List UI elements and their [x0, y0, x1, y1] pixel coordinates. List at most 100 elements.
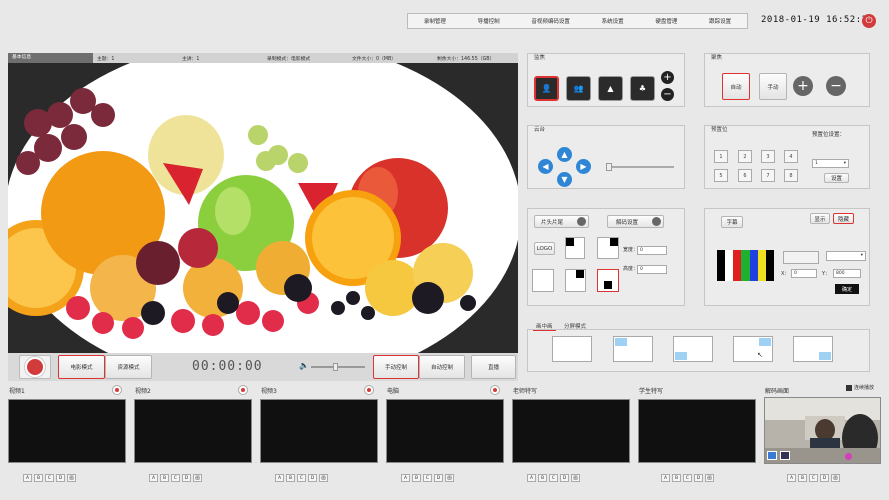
volume-slider-handle[interactable] [333, 363, 338, 371]
mini-c[interactable]: C [297, 474, 306, 482]
checkbox-icon[interactable] [846, 384, 852, 391]
width-input[interactable]: 0 [637, 246, 667, 255]
ptz-speed-slider[interactable] [606, 163, 674, 171]
record-icon[interactable] [364, 385, 374, 395]
mini-pic[interactable]: 画 [319, 474, 328, 482]
preset-7[interactable]: 7 [761, 169, 775, 182]
mini-c[interactable]: C [423, 474, 432, 482]
focus-plus-icon[interactable]: + [793, 76, 813, 96]
resource-mode-button[interactable]: 资源模式 [105, 355, 152, 379]
mini-d[interactable]: D [694, 474, 703, 482]
record-icon[interactable] [238, 385, 248, 395]
source-video2[interactable] [134, 399, 252, 463]
preset-5[interactable]: 5 [714, 169, 728, 182]
record-icon[interactable] [490, 385, 500, 395]
preset-3[interactable]: 3 [761, 150, 775, 163]
ptz-left-icon[interactable]: ◀ [538, 159, 553, 174]
mini-a[interactable]: A [401, 474, 410, 482]
mini-c[interactable]: C [171, 474, 180, 482]
mini-d[interactable]: D [820, 474, 829, 482]
nav-disk-management[interactable]: 硬盘管理 [655, 17, 677, 25]
preset-setup-button[interactable]: 设置 [824, 173, 849, 183]
mini-b[interactable]: B [538, 474, 547, 482]
source-teacher-closeup[interactable] [512, 399, 630, 463]
gear-icon[interactable] [577, 217, 586, 226]
tab-pip[interactable]: 画中画 [533, 322, 556, 331]
mini-d[interactable]: D [56, 474, 65, 482]
preset-4[interactable]: 4 [784, 150, 798, 163]
gear-icon[interactable] [652, 217, 661, 226]
volume-slider[interactable] [311, 363, 365, 371]
power-icon[interactable]: ⏻ [862, 14, 876, 28]
continuous-play-toggle[interactable]: 连续播放 [846, 384, 874, 391]
focus-manual-button[interactable]: 手动 [759, 73, 787, 100]
camera-single-icon[interactable]: 👤 [534, 76, 559, 101]
ptz-up-icon[interactable]: ▲ [557, 147, 572, 162]
mini-b[interactable]: B [160, 474, 169, 482]
subtitle-show-button[interactable]: 显示 [810, 213, 830, 224]
mini-c[interactable]: C [45, 474, 54, 482]
record-button[interactable] [19, 355, 51, 379]
mini-b[interactable]: B [412, 474, 421, 482]
focus-auto-button[interactable]: 自动 [722, 73, 750, 100]
mini-d[interactable]: D [308, 474, 317, 482]
logo-pos-top-left[interactable] [565, 237, 585, 259]
mini-c[interactable]: C [809, 474, 818, 482]
subtitle-confirm-button[interactable]: 确定 [835, 284, 859, 294]
zoom-in-icon[interactable]: + [661, 71, 674, 84]
manual-control-button[interactable]: 手动控制 [373, 355, 419, 379]
logo-pos-bottom-left[interactable] [565, 269, 586, 292]
nav-av-encoding[interactable]: 音视频编码设置 [531, 17, 570, 25]
ptz-down-icon[interactable]: ▼ [557, 172, 572, 187]
decode-settings-button[interactable]: 解码设置 [607, 215, 664, 228]
mini-c[interactable]: C [549, 474, 558, 482]
mini-b[interactable]: B [286, 474, 295, 482]
mini-b[interactable]: B [798, 474, 807, 482]
mini-a[interactable]: A [275, 474, 284, 482]
mini-pic[interactable]: 画 [831, 474, 840, 482]
nav-system-settings[interactable]: 系统设置 [602, 17, 624, 25]
mini-a[interactable]: A [527, 474, 536, 482]
logo-button[interactable]: LOGO [534, 242, 555, 255]
logo-pos-bottom-right[interactable] [597, 269, 619, 292]
logo-pos-top-right[interactable] [597, 237, 619, 259]
ptz-speed-handle[interactable] [606, 163, 612, 171]
mini-d[interactable]: D [560, 474, 569, 482]
mini-pic[interactable]: 画 [193, 474, 202, 482]
layout-pip-top-left[interactable] [613, 336, 653, 362]
nav-tracking-settings[interactable]: 跟踪设置 [709, 17, 731, 25]
subtitle-font-input[interactable] [783, 251, 819, 264]
mini-a[interactable]: A [661, 474, 670, 482]
subtitle-hide-button[interactable]: 隐藏 [833, 213, 854, 224]
movie-mode-button[interactable]: 电影模式 [58, 355, 105, 379]
nav-record-management[interactable]: 录制管理 [424, 17, 446, 25]
mini-pic[interactable]: 画 [705, 474, 714, 482]
subtitle-font-select[interactable]: ▾ [826, 251, 866, 261]
mini-c[interactable]: C [683, 474, 692, 482]
preset-1[interactable]: 1 [714, 150, 728, 163]
camera-quad-icon[interactable]: ♣ [630, 76, 655, 101]
layout-pip-bottom-left[interactable] [673, 336, 713, 362]
mini-pic[interactable]: 画 [445, 474, 454, 482]
focus-minus-icon[interactable]: − [826, 76, 846, 96]
nav-director-control[interactable]: 导播控制 [478, 17, 500, 25]
mini-a[interactable]: A [787, 474, 796, 482]
tab-split-screen[interactable]: 分屏模式 [561, 322, 589, 330]
camera-triple-icon[interactable]: ▲ [598, 76, 623, 101]
preset-2[interactable]: 2 [738, 150, 752, 163]
ptz-right-icon[interactable]: ▶ [576, 159, 591, 174]
camera-double-icon[interactable]: 👥 [566, 76, 591, 101]
y-input[interactable]: 800 [833, 269, 861, 278]
mini-b[interactable]: B [672, 474, 681, 482]
mini-a[interactable]: A [23, 474, 32, 482]
auto-control-button[interactable]: 自动控制 [419, 355, 465, 379]
mini-pic[interactable]: 画 [571, 474, 580, 482]
logo-pos-none[interactable] [532, 269, 554, 292]
mini-d[interactable]: D [182, 474, 191, 482]
preset-select[interactable]: 1 ▾ [812, 159, 849, 168]
layout-pip-top-right[interactable]: ↖ [733, 336, 773, 362]
mini-b[interactable]: B [34, 474, 43, 482]
zoom-out-icon[interactable]: − [661, 88, 674, 101]
layout-full[interactable] [552, 336, 592, 362]
preset-8[interactable]: 8 [784, 169, 798, 182]
